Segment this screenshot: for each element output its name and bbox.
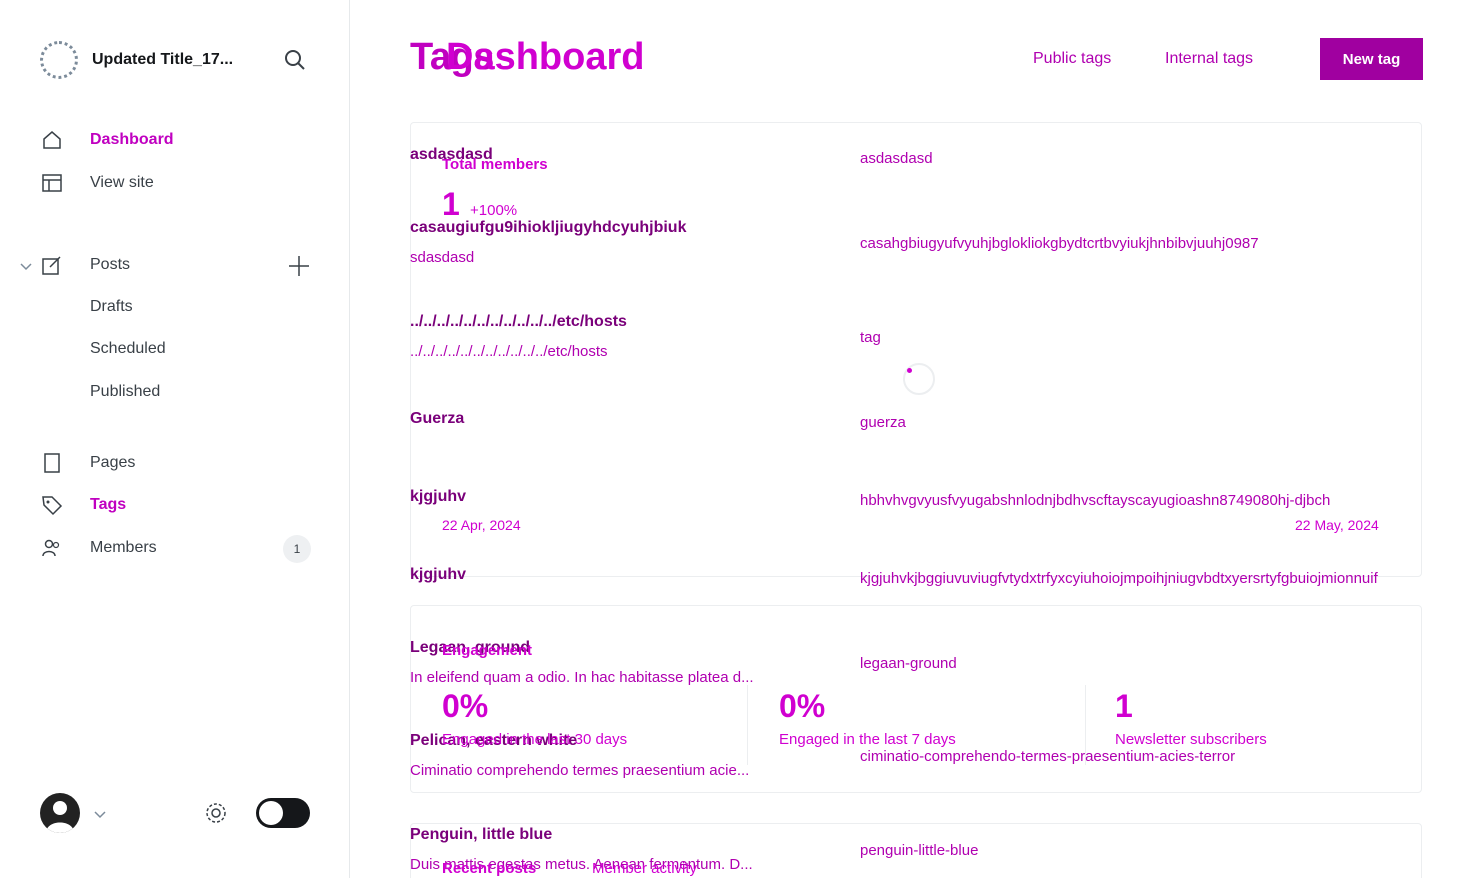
divider — [747, 685, 748, 765]
subscribers-label: Newsletter subscribers — [1115, 731, 1267, 748]
tag-slug: guerza — [860, 414, 906, 431]
members-icon — [40, 536, 64, 560]
layout-icon — [40, 171, 64, 195]
engaged-7-value: 0% — [779, 688, 826, 724]
dark-mode-toggle[interactable] — [256, 798, 310, 828]
tag-slug: kjgjuhvkjbggiuvuviugfvtydxtrfyxcyiuhoioj… — [860, 570, 1378, 587]
site-brand[interactable]: Updated Title_17... — [40, 40, 233, 80]
tab-member-activity[interactable]: Member activity — [592, 860, 697, 877]
engaged-30-value: 0% — [442, 688, 489, 724]
tag-name: kjgjuhv — [410, 488, 467, 505]
sidebar: Updated Title_17... Dashboard View site … — [0, 0, 350, 878]
tag-description: Ciminatio comprehendo termes praesentium… — [410, 762, 750, 779]
tag-description: In eleifend quam a odio. In hac habitass… — [410, 669, 754, 686]
sidebar-item-label: Members — [90, 539, 157, 556]
tag-description: ../../../../../../../../../../../etc/hos… — [410, 343, 608, 360]
site-logo — [40, 41, 78, 79]
subscribers-value: 1 — [1115, 688, 1133, 724]
engaged-30-label: Engaged in the last 30 days — [442, 731, 628, 748]
chevron-down-icon[interactable] — [18, 258, 34, 274]
sidebar-item-pages[interactable]: Pages — [40, 448, 135, 478]
sidebar-item-label: Dashboard — [90, 131, 174, 148]
total-members-delta: +100% — [470, 202, 518, 219]
sidebar-item-view-site[interactable]: View site — [40, 168, 154, 198]
tag-slug: asdasdasd — [860, 150, 933, 167]
avatar[interactable] — [40, 793, 80, 833]
sidebar-item-dashboard[interactable]: Dashboard — [40, 125, 174, 155]
tag-slug: hbhvhvgvyusfvyugabshnlodnjbdhvscftayscay… — [860, 492, 1331, 509]
main-content: Tags Dashboard Public tags Internal tags… — [350, 0, 1483, 878]
dashboard-title-overlay: Dashboard — [446, 36, 645, 78]
chevron-down-icon[interactable] — [93, 807, 107, 821]
sidebar-item-tags[interactable]: Tags — [40, 490, 126, 520]
engaged-7-label: Engaged in the last 7 days — [779, 731, 956, 748]
total-members-value: 1 — [442, 186, 460, 222]
tab-recent-posts[interactable]: Recent posts — [442, 860, 536, 877]
add-post-icon[interactable] — [286, 253, 312, 279]
tab-public-tags[interactable]: Public tags — [1033, 50, 1111, 68]
tag-name: Penguin, little blue — [410, 826, 553, 843]
page-icon — [40, 451, 64, 475]
tag-slug: penguin-little-blue — [860, 842, 979, 859]
sidebar-item-scheduled[interactable]: Scheduled — [90, 340, 166, 358]
home-icon — [40, 128, 64, 152]
tag-name: kjgjuhv — [410, 566, 467, 583]
engagement-label: Engagement — [442, 642, 533, 659]
members-count-badge: 1 — [283, 535, 311, 563]
tab-internal-tags[interactable]: Internal tags — [1165, 50, 1253, 68]
site-title: Updated Title_17... — [92, 51, 234, 68]
tag-slug: ciminatio-comprehendo-termes-praesentium… — [860, 748, 1236, 765]
tag-name: ../../../../../../../../../../../etc/hos… — [410, 313, 627, 330]
gear-icon[interactable] — [203, 800, 229, 826]
sidebar-item-label: Tags — [90, 496, 127, 513]
tag-slug: tag — [860, 329, 881, 346]
toggle-knob — [259, 801, 283, 825]
tag-slug: casahgbiugyufvyuhjbglokliokgbydtcrtbvyiu… — [860, 235, 1259, 252]
sidebar-item-label: Pages — [90, 454, 136, 471]
sidebar-item-label: Posts — [90, 256, 131, 273]
sidebar-item-posts[interactable]: Posts — [40, 250, 130, 280]
edit-icon — [40, 253, 64, 277]
total-members-label: Total members — [442, 156, 548, 173]
date-range-end: 22 May, 2024 — [1295, 517, 1379, 533]
sidebar-item-members[interactable]: Members — [40, 533, 157, 563]
search-icon[interactable] — [283, 48, 307, 72]
new-tag-button[interactable]: New tag — [1320, 38, 1423, 80]
sidebar-item-published[interactable]: Published — [90, 383, 160, 401]
tag-icon — [40, 493, 64, 517]
sidebar-item-drafts[interactable]: Drafts — [90, 298, 133, 316]
tag-name: Guerza — [410, 410, 465, 427]
loading-spinner-icon — [903, 363, 935, 395]
tag-description: sdasdasd — [410, 249, 475, 266]
date-range-start: 22 Apr, 2024 — [442, 517, 521, 533]
sidebar-item-label: View site — [90, 174, 154, 191]
tag-slug: legaan-ground — [860, 655, 957, 672]
